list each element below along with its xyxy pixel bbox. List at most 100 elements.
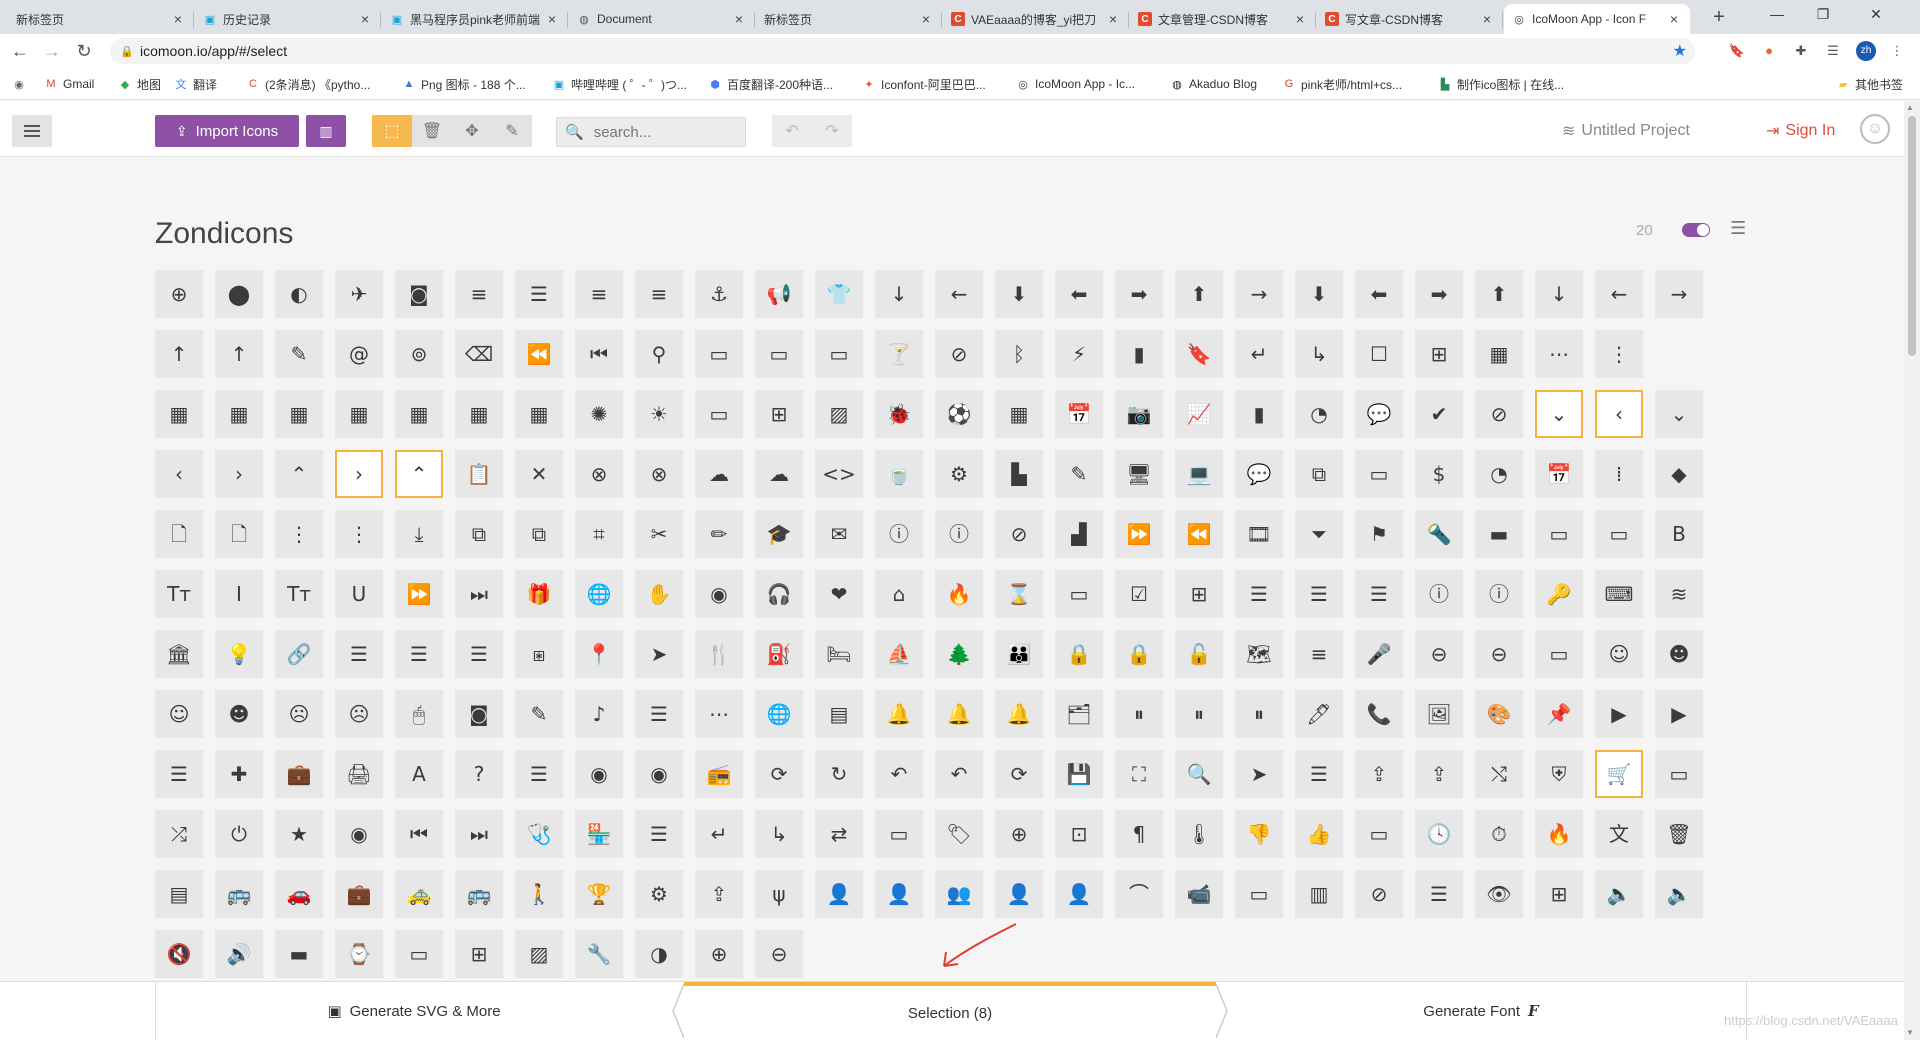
select-tool-button[interactable]: ⬚ bbox=[372, 115, 412, 147]
icon-cell[interactable]: ⏻ bbox=[215, 810, 263, 858]
icon-cell[interactable]: ☰ bbox=[1415, 870, 1463, 918]
icon-cell[interactable]: ✋ bbox=[635, 570, 683, 618]
icon-cell[interactable]: 👤 bbox=[995, 870, 1043, 918]
icon-cell[interactable]: 👤 bbox=[875, 870, 923, 918]
sign-in-link[interactable]: ⇥ Sign In bbox=[1766, 121, 1835, 141]
icon-cell[interactable]: ↳ bbox=[755, 810, 803, 858]
icon-cell[interactable]: ⊘ bbox=[995, 510, 1043, 558]
icon-cell[interactable]: ⏸ bbox=[1175, 690, 1223, 738]
icon-cell[interactable]: ▬ bbox=[1475, 510, 1523, 558]
icon-cell[interactable]: ⌃ bbox=[275, 450, 323, 498]
close-tab-icon[interactable]: × bbox=[357, 11, 373, 27]
icon-cell[interactable]: ↳ bbox=[1295, 330, 1343, 378]
icon-cell[interactable]: 💬 bbox=[1235, 450, 1283, 498]
icon-cell[interactable]: 🖥 bbox=[1115, 450, 1163, 498]
new-tab-button[interactable]: + bbox=[1706, 6, 1732, 30]
icon-cell[interactable]: ⬤ bbox=[215, 270, 263, 318]
browser-menu-icon[interactable]: ⋮ bbox=[1888, 42, 1906, 60]
icon-cell[interactable]: ★ bbox=[275, 810, 323, 858]
icon-cell[interactable]: 🔓 bbox=[1175, 630, 1223, 678]
icon-cell[interactable]: ▬ bbox=[275, 930, 323, 978]
edit-tool-button[interactable]: ✎ bbox=[492, 115, 532, 147]
icon-cell[interactable]: ⏪ bbox=[515, 330, 563, 378]
icon-cell[interactable]: 📻 bbox=[695, 750, 743, 798]
icon-cell[interactable]: 🛒 bbox=[1595, 750, 1643, 798]
icon-cell[interactable]: ▭ bbox=[1235, 870, 1283, 918]
icon-cell[interactable]: ▦ bbox=[1475, 330, 1523, 378]
icon-cell[interactable]: 🗋 bbox=[215, 510, 263, 558]
icon-cell[interactable]: 🏪 bbox=[575, 810, 623, 858]
icon-cell[interactable]: 🔔 bbox=[875, 690, 923, 738]
icon-cell[interactable]: ⊗ bbox=[635, 450, 683, 498]
icon-cell[interactable]: ◉ bbox=[575, 750, 623, 798]
icon-cell[interactable]: 🍴 bbox=[695, 630, 743, 678]
icon-cell[interactable]: ✎ bbox=[515, 690, 563, 738]
icon-cell[interactable]: ✎ bbox=[1055, 450, 1103, 498]
icon-cell[interactable]: ▭ bbox=[1055, 570, 1103, 618]
icon-cell[interactable]: → bbox=[1655, 270, 1703, 318]
icon-cell[interactable]: 📌 bbox=[1535, 690, 1583, 738]
icon-cell[interactable]: ☰ bbox=[1355, 570, 1403, 618]
icon-cell[interactable]: 📷 bbox=[1115, 390, 1163, 438]
icon-cell[interactable]: ⏸ bbox=[1235, 690, 1283, 738]
bookmark-item[interactable]: 文翻译 bbox=[174, 75, 218, 93]
icon-cell[interactable]: 🔈 bbox=[1655, 870, 1703, 918]
icon-cell[interactable]: ⊚ bbox=[395, 330, 443, 378]
icon-cell[interactable]: ⚙ bbox=[935, 450, 983, 498]
icon-cell[interactable]: ▤ bbox=[815, 690, 863, 738]
icon-cell[interactable]: 🔑 bbox=[1535, 570, 1583, 618]
icon-cell[interactable]: 🔔 bbox=[935, 690, 983, 738]
icon-cell[interactable]: 👍 bbox=[1295, 810, 1343, 858]
icon-cell[interactable]: ◙ bbox=[395, 270, 443, 318]
icon-cell[interactable]: 📞 bbox=[1355, 690, 1403, 738]
generate-font-button[interactable]: Generate Font F bbox=[1216, 982, 1746, 1040]
icon-cell[interactable]: ✏ bbox=[695, 510, 743, 558]
icon-cell[interactable]: ⊞ bbox=[455, 930, 503, 978]
icon-cell[interactable]: 🔧 bbox=[575, 930, 623, 978]
icon-cell[interactable]: 📈 bbox=[1175, 390, 1223, 438]
forward-button[interactable]: → bbox=[40, 40, 64, 62]
icon-cell[interactable]: ▦ bbox=[515, 390, 563, 438]
icon-cell[interactable]: 📍 bbox=[575, 630, 623, 678]
browser-tab[interactable]: 新标签页 × bbox=[756, 4, 942, 34]
icon-cell[interactable]: ↵ bbox=[1235, 330, 1283, 378]
icon-cell[interactable]: ⤓ bbox=[395, 510, 443, 558]
icon-cell[interactable]: 📅 bbox=[1055, 390, 1103, 438]
icon-cell[interactable]: ⬇ bbox=[995, 270, 1043, 318]
icon-cell[interactable]: ▭ bbox=[875, 810, 923, 858]
icon-cell[interactable]: ✺ bbox=[575, 390, 623, 438]
icon-cell[interactable]: ✂ bbox=[635, 510, 683, 558]
icon-cell[interactable]: ▦ bbox=[275, 390, 323, 438]
icon-cell[interactable]: ♪ bbox=[575, 690, 623, 738]
icon-cell[interactable]: 🔇 bbox=[155, 930, 203, 978]
icon-cell[interactable]: 🚕 bbox=[395, 870, 443, 918]
icon-cell[interactable]: 🚌 bbox=[455, 870, 503, 918]
icon-cell[interactable]: ⊖ bbox=[755, 930, 803, 978]
icon-cell[interactable]: ⊖ bbox=[1475, 630, 1523, 678]
icon-cell[interactable]: ▨ bbox=[515, 930, 563, 978]
icon-cell[interactable]: 📢 bbox=[755, 270, 803, 318]
icon-cell[interactable]: ☐ bbox=[1355, 330, 1403, 378]
close-tab-icon[interactable]: × bbox=[1666, 11, 1682, 27]
icon-cell[interactable]: › bbox=[215, 450, 263, 498]
icon-cell[interactable]: 🔥 bbox=[935, 570, 983, 618]
icon-cell[interactable]: 👥 bbox=[935, 870, 983, 918]
icon-cell[interactable]: ⌄ bbox=[1535, 390, 1583, 438]
icon-cell[interactable]: 💻 bbox=[1175, 450, 1223, 498]
icon-cell[interactable]: ▭ bbox=[1355, 450, 1403, 498]
icon-cell[interactable]: 🔔 bbox=[995, 690, 1043, 738]
browser-tab[interactable]: 新标签页 × bbox=[8, 4, 194, 34]
icon-cell[interactable]: ▭ bbox=[755, 330, 803, 378]
icon-cell[interactable]: ¶ bbox=[1115, 810, 1163, 858]
icon-cell[interactable]: ⛶ bbox=[1115, 750, 1163, 798]
icon-cell[interactable]: ⊞ bbox=[1535, 870, 1583, 918]
generate-svg-button[interactable]: ▣ Generate SVG & More bbox=[155, 982, 673, 1040]
icon-cell[interactable]: 🗋 bbox=[155, 510, 203, 558]
icon-cell[interactable]: 🗑 bbox=[1655, 810, 1703, 858]
icon-cell[interactable]: 🔖 bbox=[1175, 330, 1223, 378]
browser-tab[interactable]: C 写文章-CSDN博客 × bbox=[1317, 4, 1503, 34]
selection-button[interactable]: Selection (8) bbox=[684, 982, 1216, 1040]
icon-cell[interactable]: ⌂ bbox=[875, 570, 923, 618]
redo-button[interactable]: ↷ bbox=[812, 115, 852, 147]
icon-cell[interactable]: ▦ bbox=[995, 390, 1043, 438]
